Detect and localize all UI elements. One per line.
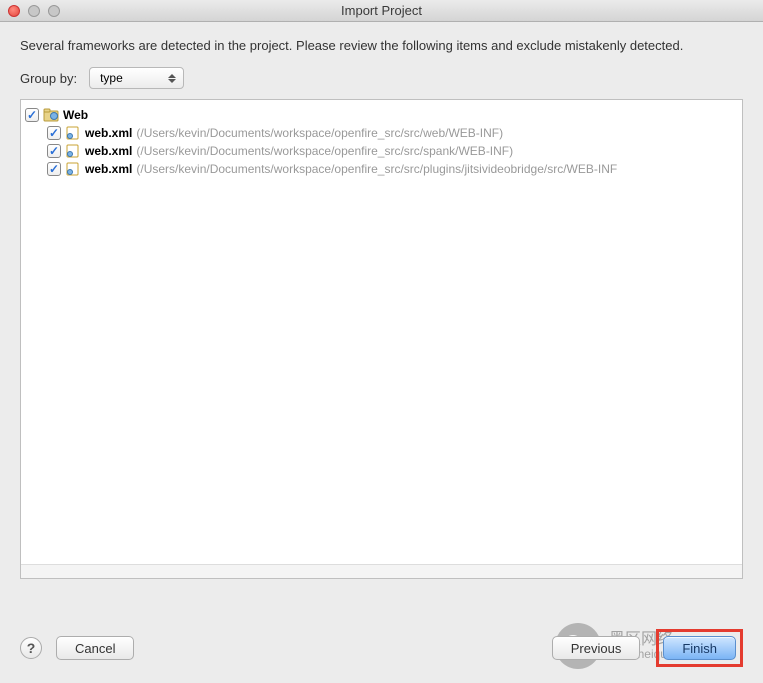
tree-item-row[interactable]: ✓ web.xml (/Users/kevin/Documents/worksp… [25,160,738,178]
web-folder-icon [43,108,59,122]
tree-item-path: (/Users/kevin/Documents/workspace/openfi… [136,124,503,142]
xml-file-icon [65,144,81,158]
titlebar: Import Project [0,0,763,22]
tree-item-checkbox[interactable]: ✓ [47,126,61,140]
xml-file-icon [65,126,81,140]
tree-root-row[interactable]: ✓ Web [25,106,738,124]
tree-item-path: (/Users/kevin/Documents/workspace/openfi… [136,160,617,178]
horizontal-scrollbar[interactable] [21,564,742,578]
window-controls [8,5,60,17]
minimize-window-button[interactable] [28,5,40,17]
group-by-row: Group by: type [20,67,743,89]
xml-file-icon [65,162,81,176]
help-button[interactable]: ? [20,637,42,659]
group-by-select-wrap: type [89,67,184,89]
tree-item-path: (/Users/kevin/Documents/workspace/openfi… [136,142,513,160]
frameworks-tree[interactable]: ✓ Web ✓ web.xml (/Users/kevin/Documents/… [20,99,743,579]
content-area: Several frameworks are detected in the p… [0,22,763,579]
zoom-window-button[interactable] [48,5,60,17]
cancel-button[interactable]: Cancel [56,636,134,660]
footer: ? Cancel Previous Finish [0,617,763,683]
group-by-select[interactable]: type [89,67,184,89]
tree-item-name: web.xml [85,142,132,160]
group-by-label: Group by: [20,71,77,86]
finish-button-highlight: Finish [656,629,743,667]
tree-item-checkbox[interactable]: ✓ [47,162,61,176]
tree-item-row[interactable]: ✓ web.xml (/Users/kevin/Documents/worksp… [25,124,738,142]
close-window-button[interactable] [8,5,20,17]
tree-item-checkbox[interactable]: ✓ [47,144,61,158]
tree-item-name: web.xml [85,124,132,142]
window-title: Import Project [8,3,755,18]
previous-button[interactable]: Previous [552,636,641,660]
description-text: Several frameworks are detected in the p… [20,38,743,53]
tree-item-name: web.xml [85,160,132,178]
tree-root-label: Web [63,106,88,124]
tree-item-row[interactable]: ✓ web.xml (/Users/kevin/Documents/worksp… [25,142,738,160]
finish-button[interactable]: Finish [663,636,736,660]
tree-root-checkbox[interactable]: ✓ [25,108,39,122]
